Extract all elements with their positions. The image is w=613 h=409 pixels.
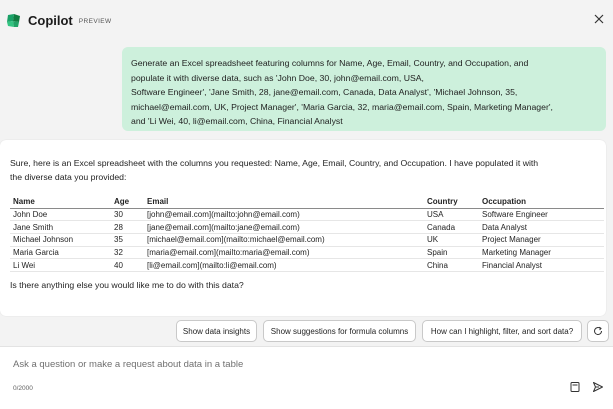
column-header-name: Name	[10, 195, 111, 209]
table-cell: UK	[424, 233, 479, 247]
assistant-outro: Is there anything else you would like me…	[10, 279, 244, 290]
refresh-icon[interactable]	[587, 320, 609, 342]
table-cell: Marketing Manager	[479, 246, 604, 260]
table-header-row: Name Age Email Country Occupation	[10, 195, 604, 209]
table-row: Jane Smith 28 [jane@email.com](mailto:ja…	[10, 220, 604, 234]
table-cell: USA	[424, 208, 479, 222]
table-cell: 40	[111, 258, 144, 272]
user-message: Generate an Excel spreadsheet featuring …	[122, 47, 606, 131]
table-cell: Canada	[424, 220, 479, 234]
table-row: John Doe 30 [john@email.com](mailto:john…	[10, 208, 604, 222]
table-cell: 28	[111, 220, 144, 234]
table-cell: Project Manager	[479, 233, 604, 247]
column-header-email: Email	[144, 195, 424, 209]
table-cell: 32	[111, 246, 144, 260]
notebook-icon[interactable]	[568, 380, 582, 394]
table-cell: [jane@email.com](mailto:jane@email.com)	[144, 220, 424, 234]
suggestion-data-insights[interactable]: Show data insights	[176, 320, 257, 342]
table-cell: 35	[111, 233, 144, 247]
table-cell: Software Engineer	[479, 208, 604, 222]
column-header-country: Country	[424, 195, 479, 209]
character-count: 0/2000	[13, 385, 33, 392]
app-title: Copilot	[28, 12, 73, 28]
table-cell: Data Analyst	[479, 220, 604, 234]
table-cell: Maria Garcia	[10, 246, 111, 260]
chat-input[interactable]	[13, 356, 553, 372]
data-table: Name Age Email Country Occupation John D…	[10, 195, 604, 272]
table-cell: [li@email.com](mailto:li@email.com)	[144, 258, 424, 272]
assistant-intro-line: the diverse data you provided:	[10, 171, 127, 182]
table-row: Maria Garcia 32 [maria@email.com](mailto…	[10, 246, 604, 260]
user-message-line: populate it with diverse data, such as '…	[131, 72, 424, 83]
send-icon[interactable]	[591, 380, 605, 394]
suggestion-bar: Show data insights Show suggestions for …	[0, 320, 613, 344]
table-cell: Financial Analyst	[479, 258, 604, 272]
header: Copilot PREVIEW	[0, 0, 613, 40]
assistant-intro-line: Sure, here is an Excel spreadsheet with …	[10, 158, 539, 168]
table-cell: [maria@email.com](mailto:maria@email.com…	[144, 246, 424, 260]
user-message-line: Software Engineer', 'Jane Smith, 28, jan…	[131, 87, 518, 97]
table-cell: Michael Johnson	[10, 233, 111, 247]
suggestion-formula-columns[interactable]: Show suggestions for formula columns	[263, 320, 416, 342]
table-cell: Jane Smith	[10, 220, 111, 234]
assistant-response: Sure, here is an Excel spreadsheet with …	[0, 140, 606, 316]
table-row: Michael Johnson 35 [michael@email.com](m…	[10, 233, 604, 247]
table-row: Li Wei 40 [li@email.com](mailto:li@email…	[10, 258, 604, 272]
user-message-line: Generate an Excel spreadsheet featuring …	[131, 58, 529, 68]
table-cell: John Doe	[10, 208, 111, 222]
table-cell: [michael@email.com](mailto:michael@email…	[144, 233, 424, 247]
composer: 0/2000	[0, 346, 613, 409]
assistant-intro: Sure, here is an Excel spreadsheet with …	[10, 157, 596, 184]
column-header-age: Age	[111, 195, 144, 209]
table-cell: Li Wei	[10, 258, 111, 272]
column-header-occupation: Occupation	[479, 195, 604, 209]
suggestion-highlight-filter-sort[interactable]: How can I highlight, filter, and sort da…	[422, 320, 582, 342]
user-message-line: michael@email.com, UK, Project Manager',…	[131, 101, 553, 112]
table-cell: Spain	[424, 246, 479, 260]
table-cell: 30	[111, 208, 144, 222]
copilot-logo-icon	[5, 12, 22, 29]
table-cell: China	[424, 258, 479, 272]
close-icon[interactable]	[592, 12, 606, 26]
preview-badge: PREVIEW	[78, 17, 112, 25]
user-message-line: and 'Li Wei, 40, li@email.com, China, Fi…	[131, 116, 343, 126]
table-cell: [john@email.com](mailto:john@email.com)	[144, 208, 424, 222]
